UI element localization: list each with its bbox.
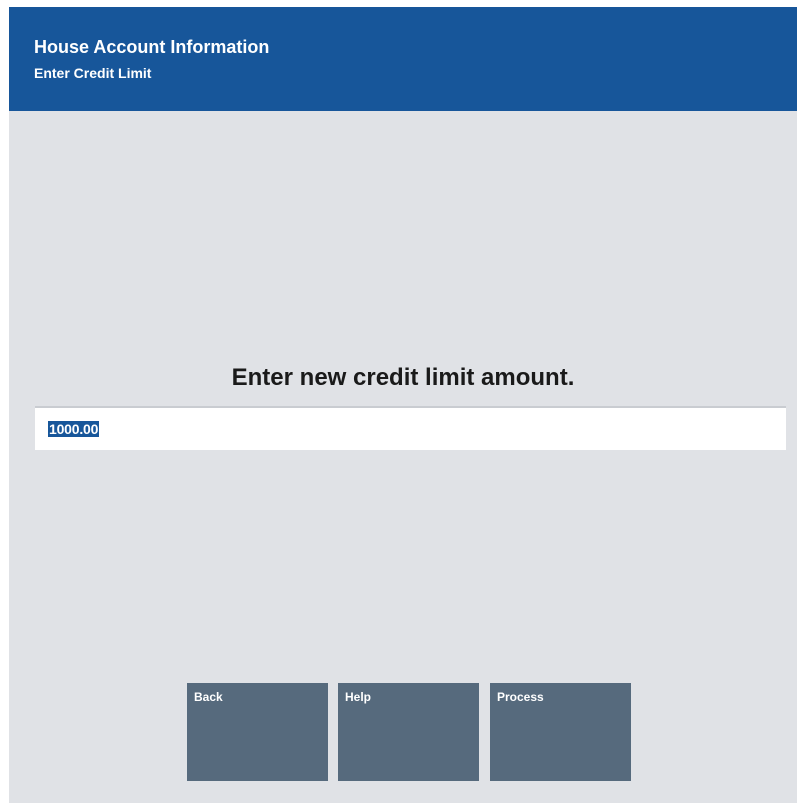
screen-frame: House Account Information Enter Credit L…: [9, 7, 797, 803]
process-button-label: Process: [497, 690, 544, 704]
page-title: House Account Information: [34, 37, 270, 57]
credit-limit-input[interactable]: 1000.00: [35, 406, 786, 450]
help-button-label: Help: [345, 690, 372, 704]
help-button[interactable]: Help: [338, 683, 479, 781]
credit-limit-value: 1000.00: [48, 421, 100, 437]
back-button[interactable]: Back: [187, 683, 328, 781]
process-button[interactable]: Process: [490, 683, 631, 781]
page-subtitle: Enter Credit Limit: [34, 65, 152, 81]
back-button-label: Back: [194, 690, 223, 704]
prompt-text: Enter new credit limit amount.: [231, 364, 575, 391]
header-bar: House Account Information Enter Credit L…: [9, 7, 797, 111]
